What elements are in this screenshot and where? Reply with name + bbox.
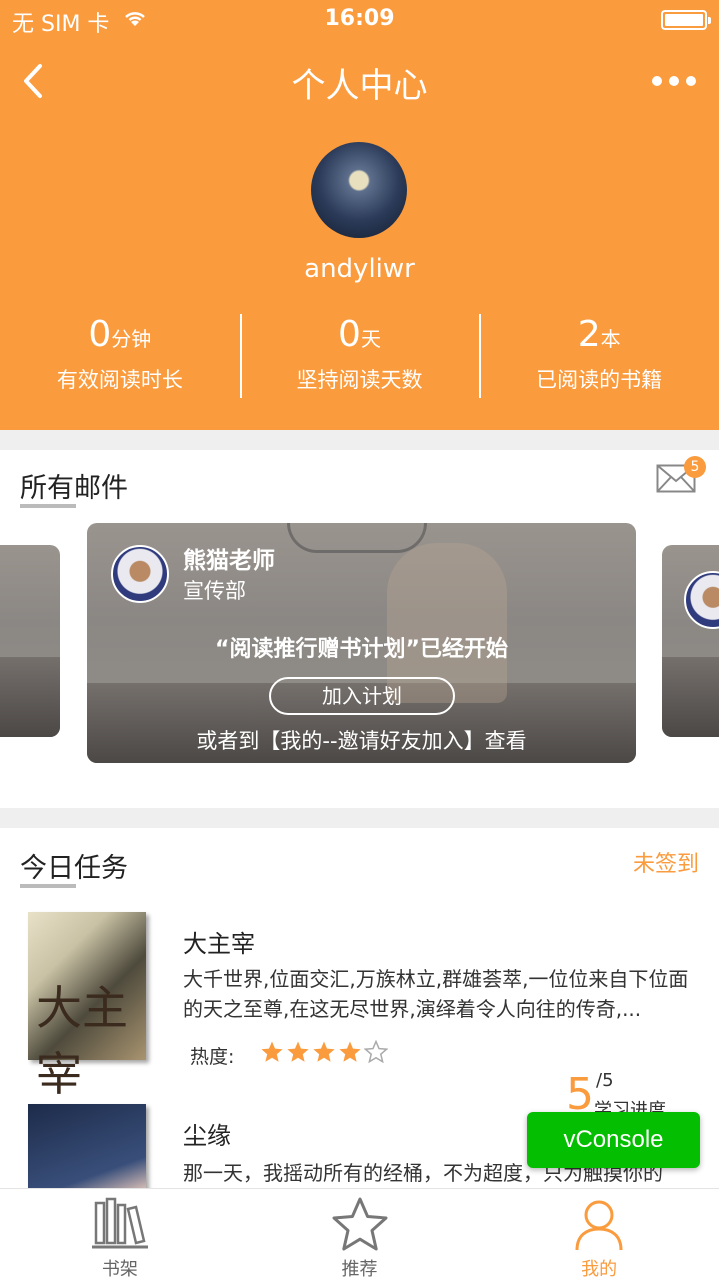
card-background <box>0 657 60 737</box>
book-title: 尘缘 <box>183 1122 231 1150</box>
stat-value: 2 <box>577 314 601 355</box>
mail-card[interactable]: 熊猫老师 宣传部 “阅读推行赠书计划”已经开始 加入计划 或者到【我的--邀请好… <box>87 523 636 763</box>
progress-denominator: /5 <box>596 1070 614 1091</box>
stat-label: 有效阅读时长 <box>56 368 183 392</box>
section-underline <box>20 504 76 508</box>
book-desc: 大千世界,位面交汇,万族林立,群雄荟萃,一位位来自下位面的天之至尊,在这无尽世界… <box>183 967 689 1021</box>
tab-recommend[interactable]: 推荐 <box>240 1189 480 1280</box>
mail-message: “阅读推行赠书计划”已经开始 <box>215 637 508 662</box>
mail-hint: 或者到【我的--邀请好友加入】查看 <box>196 729 527 753</box>
mail-card-prev[interactable] <box>0 545 60 737</box>
vconsole-button[interactable]: vConsole <box>527 1112 700 1168</box>
popularity-label: 热度: <box>190 1046 235 1068</box>
tab-bookshelf[interactable]: 书架 <box>0 1189 240 1280</box>
stat-value: 0 <box>338 314 361 355</box>
stat-unit: 本 <box>600 327 621 351</box>
tab-label: 推荐 <box>341 1259 378 1280</box>
bookshelf-icon <box>91 1197 148 1249</box>
mail-card-next[interactable] <box>662 545 719 737</box>
sender-avatar <box>111 545 169 603</box>
book-title: 大主宰 <box>183 930 255 958</box>
battery-icon <box>661 10 711 30</box>
more-dots-icon[interactable] <box>651 72 697 90</box>
star-filled-icon <box>287 1041 309 1062</box>
task-section-title: 今日任务 <box>20 853 128 884</box>
reading-stats: 0分钟 有效阅读时长 0天 坚持阅读天数 2本 已阅读的书籍 <box>0 314 719 400</box>
status-bar: 无 SIM 卡 16:09 <box>0 0 719 40</box>
basketball-hoop-image <box>287 523 427 553</box>
book-cover: 大主宰 <box>28 912 146 1101</box>
stat-unit: 天 <box>360 327 381 351</box>
sender-dept: 宣传部 <box>183 579 246 603</box>
mail-section: 所有邮件 5 熊猫老师 宣传部 “阅读推行赠书计划”已经开始 加入计划 或者到【… <box>0 450 719 808</box>
join-plan-button[interactable]: 加入计划 <box>269 677 455 715</box>
tab-mine[interactable]: 我的 <box>479 1189 719 1280</box>
book-cover <box>28 1104 146 1188</box>
tab-label: 我的 <box>581 1259 618 1280</box>
username: andyliwr <box>304 254 415 284</box>
stat-reading-time: 0分钟 有效阅读时长 <box>0 314 240 400</box>
profile-header: 无 SIM 卡 16:09 个人中心 andyliwr 0分钟 有效阅读时长 0… <box>0 0 719 430</box>
section-underline <box>20 884 76 888</box>
stat-label: 已阅读的书籍 <box>536 368 663 392</box>
stat-unit: 分钟 <box>111 327 152 351</box>
star-filled-icon <box>261 1041 283 1062</box>
stat-reading-days: 0天 坚持阅读天数 <box>239 314 480 400</box>
page-title: 个人中心 <box>291 66 428 106</box>
star-filled-icon <box>313 1041 335 1062</box>
mail-count-badge: 5 <box>684 456 706 478</box>
mail-section-title: 所有邮件 <box>20 473 128 504</box>
clock: 16:09 <box>324 6 395 31</box>
star-empty-icon <box>364 1040 388 1064</box>
card-background <box>662 657 719 737</box>
cover-title: 大主宰 <box>36 981 128 1101</box>
tab-label: 书架 <box>101 1259 138 1280</box>
stat-label: 坚持阅读天数 <box>296 368 423 392</box>
star-icon <box>332 1197 387 1251</box>
sender-name: 熊猫老师 <box>183 548 275 574</box>
stat-value: 0 <box>88 314 112 355</box>
rating-stars <box>260 1040 388 1064</box>
tab-bar: 书架 推荐 我的 <box>0 1188 719 1280</box>
person-icon <box>575 1200 623 1251</box>
sender-avatar <box>684 571 719 629</box>
user-avatar[interactable] <box>311 142 407 238</box>
signin-status[interactable]: 未签到 <box>633 846 699 878</box>
star-filled-icon <box>339 1041 361 1062</box>
stat-books-read: 2本 已阅读的书籍 <box>479 314 719 400</box>
book-item[interactable]: 大主宰 大主宰 大千世界,位面交汇,万族林立,群雄荟萃,一位位来自下位面的天之至… <box>0 910 719 1101</box>
